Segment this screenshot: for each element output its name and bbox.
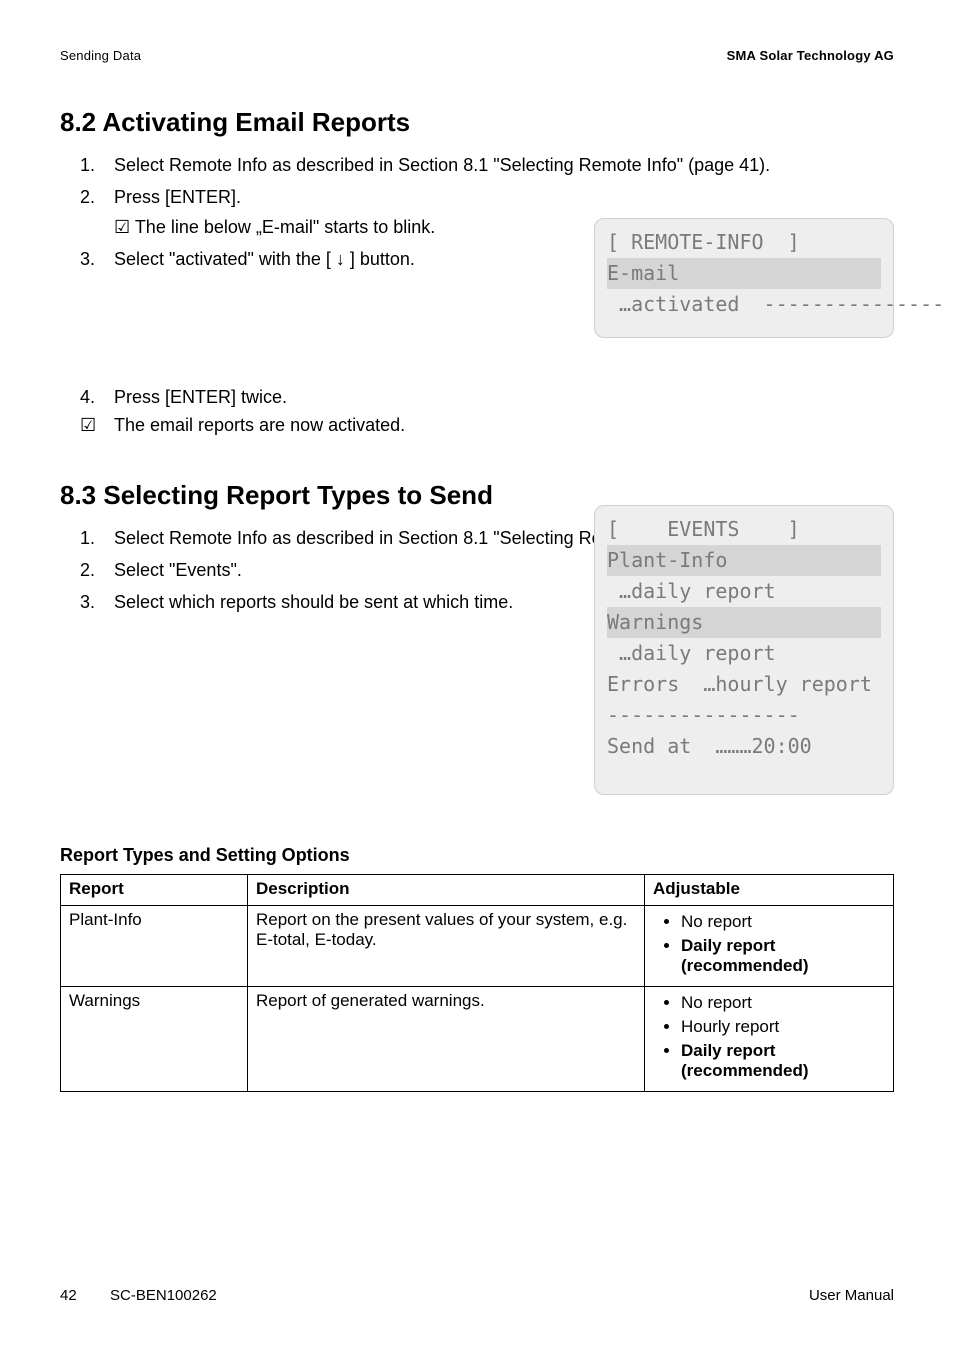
page-header: Sending Data SMA Solar Technology AG (60, 48, 894, 63)
step-number: 2. (80, 557, 114, 585)
th-description: Description (248, 875, 645, 906)
header-right: SMA Solar Technology AG (727, 48, 894, 63)
heading-8-2: 8.2 Activating Email Reports (60, 107, 894, 138)
lcd-line-highlight: E-mail (607, 258, 881, 289)
step-number: 4. (80, 384, 114, 412)
lcd-line: --------------- (752, 292, 945, 316)
list-item: Hourly report (681, 1017, 885, 1037)
td-adjustable: No report Hourly report Daily report(rec… (645, 987, 894, 1092)
page-footer: 42 SC-BEN100262 User Manual (60, 1287, 894, 1304)
lcd-line: [ EVENTS ] (607, 517, 800, 541)
step-number: 3. (80, 246, 114, 274)
step-number: 3. (80, 589, 114, 617)
step-text: Press [ENTER] twice. (114, 384, 894, 412)
lcd-line: …daily report (607, 579, 776, 603)
lcd-line: ………20:00 (703, 734, 811, 758)
list-item: 4. Press [ENTER] twice. (80, 384, 894, 412)
report-table: Report Description Adjustable Plant-Info… (60, 874, 894, 1092)
result-text: The email reports are now activated. (114, 415, 405, 436)
page-number: 42 (60, 1287, 77, 1304)
step-number: 2. (80, 184, 114, 242)
list-item: No report (681, 912, 885, 932)
th-report: Report (61, 875, 248, 906)
lcd-panel-events: [ EVENTS ] Plant-Info …daily report Warn… (594, 505, 894, 795)
table-row: Report Description Adjustable (61, 875, 894, 906)
lcd-line: …activated (607, 292, 739, 316)
td-report: Warnings (61, 987, 248, 1092)
list-item: 1. Select Remote Info as described in Se… (80, 152, 894, 180)
lcd-line: Errors (607, 672, 679, 696)
footer-left: 42 SC-BEN100262 (60, 1287, 217, 1304)
td-description: Report on the present values of your sys… (248, 906, 645, 987)
step-number: 1. (80, 525, 114, 553)
th-adjustable: Adjustable (645, 875, 894, 906)
header-left: Sending Data (60, 48, 141, 63)
lcd-line: ---------------- (607, 703, 800, 727)
td-report: Plant-Info (61, 906, 248, 987)
td-description: Report of generated warnings. (248, 987, 645, 1092)
lcd-line-highlight: Warnings (607, 607, 881, 638)
table-row: Plant-Info Report on the present values … (61, 906, 894, 987)
lcd-line: [ REMOTE-INFO ] (607, 230, 800, 254)
lcd-line-highlight: Plant-Info (607, 545, 881, 576)
doc-code: SC-BEN100262 (110, 1287, 217, 1304)
list-item: Daily report(recommended) (681, 936, 885, 976)
table-row: Warnings Report of generated warnings. N… (61, 987, 894, 1092)
steps-8-2b: 4. Press [ENTER] twice. (80, 384, 894, 412)
check-icon: ☑ (80, 415, 114, 436)
result-line: ☑ The email reports are now activated. (80, 415, 894, 436)
adjustable-list: No report Hourly report Daily report(rec… (653, 993, 885, 1081)
table-title: Report Types and Setting Options (60, 845, 894, 866)
list-item: Daily report(recommended) (681, 1041, 885, 1081)
step-number: 1. (80, 152, 114, 180)
adjustable-list: No report Daily report(recommended) (653, 912, 885, 976)
lcd-line: …daily report (607, 641, 776, 665)
lcd-line: …hourly report (691, 672, 872, 696)
step-main: Press [ENTER]. (114, 187, 241, 207)
list-item: No report (681, 993, 885, 1013)
footer-right: User Manual (809, 1287, 894, 1304)
step-text: Select Remote Info as described in Secti… (114, 152, 894, 180)
lcd-panel-remote-info: [ REMOTE-INFO ] E-mail …activated ------… (594, 218, 894, 338)
lcd-line: Send at (607, 734, 691, 758)
td-adjustable: No report Daily report(recommended) (645, 906, 894, 987)
